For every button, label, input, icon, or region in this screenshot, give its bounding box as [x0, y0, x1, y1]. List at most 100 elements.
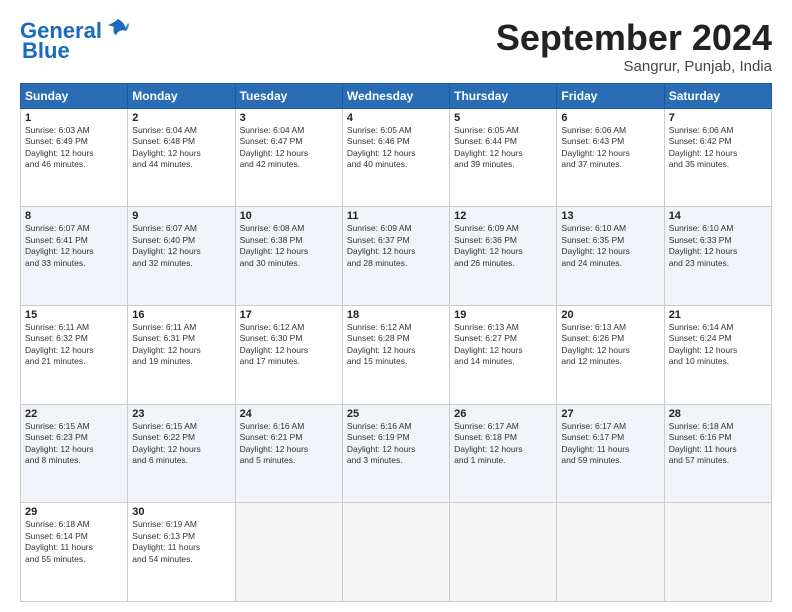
day-info: Sunrise: 6:04 AMSunset: 6:47 PMDaylight:… — [240, 125, 338, 171]
calendar-day-cell: 1Sunrise: 6:03 AMSunset: 6:49 PMDaylight… — [21, 108, 128, 207]
calendar-day-cell: 11Sunrise: 6:09 AMSunset: 6:37 PMDayligh… — [342, 207, 449, 306]
calendar-day-cell: 18Sunrise: 6:12 AMSunset: 6:28 PMDayligh… — [342, 305, 449, 404]
calendar-header-saturday: Saturday — [664, 83, 771, 108]
calendar-header-tuesday: Tuesday — [235, 83, 342, 108]
day-number: 24 — [240, 408, 338, 420]
calendar-week-row: 29Sunrise: 6:18 AMSunset: 6:14 PMDayligh… — [21, 503, 772, 602]
month-title: September 2024 — [496, 18, 772, 58]
calendar-header-sunday: Sunday — [21, 83, 128, 108]
day-number: 6 — [561, 112, 659, 124]
calendar-day-cell: 7Sunrise: 6:06 AMSunset: 6:42 PMDaylight… — [664, 108, 771, 207]
calendar-week-row: 15Sunrise: 6:11 AMSunset: 6:32 PMDayligh… — [21, 305, 772, 404]
logo: General Blue — [20, 18, 132, 64]
calendar-day-cell: 4Sunrise: 6:05 AMSunset: 6:46 PMDaylight… — [342, 108, 449, 207]
day-info: Sunrise: 6:09 AMSunset: 6:36 PMDaylight:… — [454, 223, 552, 269]
day-number: 23 — [132, 408, 230, 420]
day-info: Sunrise: 6:10 AMSunset: 6:33 PMDaylight:… — [669, 223, 767, 269]
day-info: Sunrise: 6:16 AMSunset: 6:19 PMDaylight:… — [347, 421, 445, 467]
day-number: 25 — [347, 408, 445, 420]
calendar-week-row: 1Sunrise: 6:03 AMSunset: 6:49 PMDaylight… — [21, 108, 772, 207]
day-info: Sunrise: 6:16 AMSunset: 6:21 PMDaylight:… — [240, 421, 338, 467]
day-info: Sunrise: 6:07 AMSunset: 6:40 PMDaylight:… — [132, 223, 230, 269]
day-number: 20 — [561, 309, 659, 321]
day-number: 15 — [25, 309, 123, 321]
day-number: 18 — [347, 309, 445, 321]
day-number: 4 — [347, 112, 445, 124]
calendar-day-cell: 14Sunrise: 6:10 AMSunset: 6:33 PMDayligh… — [664, 207, 771, 306]
day-info: Sunrise: 6:19 AMSunset: 6:13 PMDaylight:… — [132, 519, 230, 565]
day-number: 9 — [132, 210, 230, 222]
day-info: Sunrise: 6:09 AMSunset: 6:37 PMDaylight:… — [347, 223, 445, 269]
day-number: 26 — [454, 408, 552, 420]
day-number: 11 — [347, 210, 445, 222]
day-number: 2 — [132, 112, 230, 124]
calendar-week-row: 8Sunrise: 6:07 AMSunset: 6:41 PMDaylight… — [21, 207, 772, 306]
calendar-day-cell — [235, 503, 342, 602]
calendar-day-cell: 9Sunrise: 6:07 AMSunset: 6:40 PMDaylight… — [128, 207, 235, 306]
calendar-week-row: 22Sunrise: 6:15 AMSunset: 6:23 PMDayligh… — [21, 404, 772, 503]
calendar-day-cell: 2Sunrise: 6:04 AMSunset: 6:48 PMDaylight… — [128, 108, 235, 207]
calendar-day-cell — [664, 503, 771, 602]
calendar-day-cell — [342, 503, 449, 602]
day-number: 21 — [669, 309, 767, 321]
calendar-day-cell: 13Sunrise: 6:10 AMSunset: 6:35 PMDayligh… — [557, 207, 664, 306]
day-info: Sunrise: 6:15 AMSunset: 6:22 PMDaylight:… — [132, 421, 230, 467]
day-info: Sunrise: 6:06 AMSunset: 6:42 PMDaylight:… — [669, 125, 767, 171]
day-number: 16 — [132, 309, 230, 321]
day-number: 29 — [25, 506, 123, 518]
calendar-day-cell: 22Sunrise: 6:15 AMSunset: 6:23 PMDayligh… — [21, 404, 128, 503]
day-info: Sunrise: 6:07 AMSunset: 6:41 PMDaylight:… — [25, 223, 123, 269]
day-info: Sunrise: 6:13 AMSunset: 6:27 PMDaylight:… — [454, 322, 552, 368]
logo-blue: Blue — [22, 38, 70, 64]
day-number: 5 — [454, 112, 552, 124]
day-info: Sunrise: 6:03 AMSunset: 6:49 PMDaylight:… — [25, 125, 123, 171]
calendar-day-cell: 17Sunrise: 6:12 AMSunset: 6:30 PMDayligh… — [235, 305, 342, 404]
calendar-day-cell: 16Sunrise: 6:11 AMSunset: 6:31 PMDayligh… — [128, 305, 235, 404]
day-number: 22 — [25, 408, 123, 420]
calendar-day-cell: 21Sunrise: 6:14 AMSunset: 6:24 PMDayligh… — [664, 305, 771, 404]
calendar-day-cell: 29Sunrise: 6:18 AMSunset: 6:14 PMDayligh… — [21, 503, 128, 602]
calendar-day-cell: 12Sunrise: 6:09 AMSunset: 6:36 PMDayligh… — [450, 207, 557, 306]
calendar-day-cell: 6Sunrise: 6:06 AMSunset: 6:43 PMDaylight… — [557, 108, 664, 207]
calendar-day-cell: 26Sunrise: 6:17 AMSunset: 6:18 PMDayligh… — [450, 404, 557, 503]
calendar-day-cell: 25Sunrise: 6:16 AMSunset: 6:19 PMDayligh… — [342, 404, 449, 503]
day-info: Sunrise: 6:18 AMSunset: 6:14 PMDaylight:… — [25, 519, 123, 565]
day-number: 12 — [454, 210, 552, 222]
day-info: Sunrise: 6:18 AMSunset: 6:16 PMDaylight:… — [669, 421, 767, 467]
location: Sangrur, Punjab, India — [496, 58, 772, 75]
calendar-day-cell: 27Sunrise: 6:17 AMSunset: 6:17 PMDayligh… — [557, 404, 664, 503]
day-info: Sunrise: 6:12 AMSunset: 6:28 PMDaylight:… — [347, 322, 445, 368]
calendar-day-cell: 8Sunrise: 6:07 AMSunset: 6:41 PMDaylight… — [21, 207, 128, 306]
day-info: Sunrise: 6:14 AMSunset: 6:24 PMDaylight:… — [669, 322, 767, 368]
day-info: Sunrise: 6:17 AMSunset: 6:18 PMDaylight:… — [454, 421, 552, 467]
day-number: 27 — [561, 408, 659, 420]
calendar-day-cell: 10Sunrise: 6:08 AMSunset: 6:38 PMDayligh… — [235, 207, 342, 306]
calendar-table: SundayMondayTuesdayWednesdayThursdayFrid… — [20, 83, 772, 602]
day-info: Sunrise: 6:08 AMSunset: 6:38 PMDaylight:… — [240, 223, 338, 269]
calendar-day-cell: 15Sunrise: 6:11 AMSunset: 6:32 PMDayligh… — [21, 305, 128, 404]
calendar-day-cell — [557, 503, 664, 602]
calendar-header-thursday: Thursday — [450, 83, 557, 108]
day-number: 28 — [669, 408, 767, 420]
calendar-header-wednesday: Wednesday — [342, 83, 449, 108]
day-info: Sunrise: 6:04 AMSunset: 6:48 PMDaylight:… — [132, 125, 230, 171]
page: General Blue September 2024 Sangrur, Pun… — [0, 0, 792, 612]
day-number: 13 — [561, 210, 659, 222]
logo-bird-icon — [104, 15, 132, 43]
day-number: 30 — [132, 506, 230, 518]
day-info: Sunrise: 6:12 AMSunset: 6:30 PMDaylight:… — [240, 322, 338, 368]
day-number: 19 — [454, 309, 552, 321]
day-number: 3 — [240, 112, 338, 124]
header: General Blue September 2024 Sangrur, Pun… — [20, 18, 772, 75]
day-number: 17 — [240, 309, 338, 321]
calendar-header-monday: Monday — [128, 83, 235, 108]
day-number: 1 — [25, 112, 123, 124]
calendar-day-cell — [450, 503, 557, 602]
calendar-header-row: SundayMondayTuesdayWednesdayThursdayFrid… — [21, 83, 772, 108]
calendar-day-cell: 24Sunrise: 6:16 AMSunset: 6:21 PMDayligh… — [235, 404, 342, 503]
calendar-day-cell: 19Sunrise: 6:13 AMSunset: 6:27 PMDayligh… — [450, 305, 557, 404]
day-number: 8 — [25, 210, 123, 222]
day-number: 7 — [669, 112, 767, 124]
day-info: Sunrise: 6:11 AMSunset: 6:31 PMDaylight:… — [132, 322, 230, 368]
calendar-day-cell: 30Sunrise: 6:19 AMSunset: 6:13 PMDayligh… — [128, 503, 235, 602]
